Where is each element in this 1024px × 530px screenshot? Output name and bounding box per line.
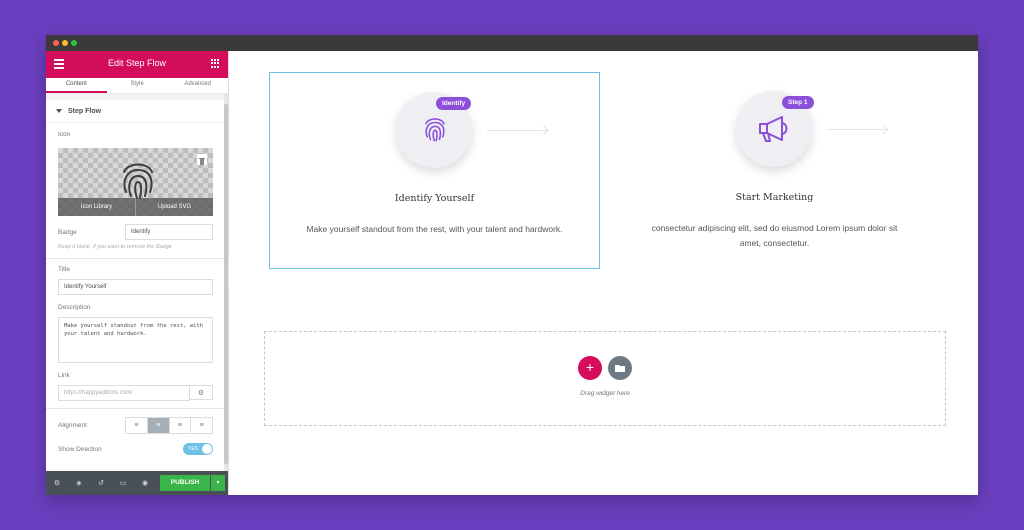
icon-picker[interactable]: Icon Library Upload SVG: [58, 148, 213, 216]
align-left-icon[interactable]: ≡: [126, 418, 148, 433]
section-toggle[interactable]: Step Flow: [46, 100, 224, 123]
step-title: Start Marketing: [735, 192, 814, 203]
description-label: Description: [58, 304, 91, 311]
tab-advanced[interactable]: Advanced: [167, 78, 228, 93]
panel-scroll-area: Step Flow Icon Icon Library Upload SVG B…: [46, 94, 224, 478]
add-section-button[interactable]: +: [578, 356, 602, 380]
window-titlebar: [46, 35, 978, 51]
align-justify-icon[interactable]: ≡: [191, 418, 212, 433]
title-label: Title: [58, 266, 71, 273]
minimize-dot[interactable]: [62, 40, 68, 46]
alignment-label: Alignment: [58, 422, 87, 429]
link-label: Link: [58, 372, 70, 379]
caret-down-icon: [56, 109, 62, 113]
panel-scrollbar[interactable]: [224, 94, 228, 478]
fingerprint-icon: [425, 118, 445, 142]
add-template-button[interactable]: [608, 356, 632, 380]
history-icon[interactable]: ↺: [90, 479, 112, 487]
show-direction-label: Show Direction: [58, 445, 102, 453]
badge-label: Badge: [58, 228, 77, 236]
link-field: https://happyaddons.com/ ⚙: [58, 385, 213, 401]
layers-icon[interactable]: ◈: [68, 479, 90, 487]
panel-tabs: Content Style Advanced: [46, 78, 228, 94]
direction-arrow-icon: [487, 130, 547, 131]
icon-label: Icon: [58, 131, 71, 138]
widgets-grid-icon[interactable]: [211, 59, 220, 68]
preview-eye-icon[interactable]: ◉: [134, 479, 156, 487]
alignment-section: Alignment ≡ ≡ ≡ ≡ Show Direction YES: [46, 408, 224, 475]
alignment-control: ≡ ≡ ≡ ≡: [125, 417, 213, 434]
description-textarea[interactable]: Make yourself standout from the rest, wi…: [58, 317, 213, 363]
tab-content[interactable]: Content: [46, 78, 107, 93]
tab-style[interactable]: Style: [107, 78, 168, 93]
step-badge: Identify: [436, 97, 472, 110]
responsive-icon[interactable]: ▭: [112, 479, 134, 487]
step-flow-section: Step Flow Icon Icon Library Upload SVG B…: [46, 100, 224, 258]
settings-icon[interactable]: ⚙: [46, 479, 68, 487]
step-badge: Step 1: [782, 96, 814, 109]
title-section: Title Identify Yourself Description Make…: [46, 258, 224, 408]
direction-arrow-icon: [827, 129, 887, 130]
page-canvas: Identify Identify Yourself Make yourself…: [229, 51, 978, 495]
icon-library-button[interactable]: Icon Library: [58, 198, 136, 216]
align-center-icon[interactable]: ≡: [147, 418, 170, 433]
align-right-icon[interactable]: ≡: [170, 418, 192, 433]
toggle-text: YES: [188, 446, 199, 452]
step-description: consectetur adipiscing elit, sed do eius…: [651, 223, 898, 248]
show-direction-toggle[interactable]: YES: [183, 443, 213, 455]
step-title: Identify Yourself: [394, 193, 475, 204]
gear-icon[interactable]: ⚙: [190, 385, 213, 400]
panel-footer: ⚙ ◈ ↺ ▭ ◉ PUBLISH ▾: [46, 471, 228, 495]
close-dot[interactable]: [53, 40, 59, 46]
fingerprint-icon: [123, 163, 153, 199]
link-input[interactable]: https://happyaddons.com/: [58, 385, 190, 401]
section-title: Step Flow: [68, 107, 102, 115]
editor-panel: Edit Step Flow Content Style Advanced St…: [46, 51, 229, 495]
upload-svg-button[interactable]: Upload SVG: [136, 198, 213, 216]
panel-title: Edit Step Flow: [107, 58, 167, 68]
toggle-knob: [202, 444, 212, 454]
panel-header: Edit Step Flow: [46, 51, 228, 78]
icon-picker-actions: Icon Library Upload SVG: [58, 198, 213, 216]
title-input[interactable]: Identify Yourself: [58, 279, 213, 295]
step-description: Make yourself standout from the rest, wi…: [306, 224, 563, 234]
browser-window: Edit Step Flow Content Style Advanced St…: [46, 35, 978, 495]
widget-drop-zone[interactable]: + Drag widget here: [264, 331, 946, 426]
maximize-dot[interactable]: [71, 40, 77, 46]
drop-zone-text: Drag widget here: [580, 390, 630, 397]
step-item-2[interactable]: Step 1 Start Marketing consectetur adipi…: [610, 72, 939, 282]
step-item-1[interactable]: Identify Identify Yourself Make yourself…: [269, 72, 600, 269]
folder-icon: [615, 365, 625, 372]
publish-options-icon[interactable]: ▾: [211, 475, 225, 491]
badge-input[interactable]: Identify: [125, 224, 213, 240]
trash-icon[interactable]: [197, 154, 207, 165]
megaphone-icon: [759, 116, 788, 142]
publish-button[interactable]: PUBLISH: [160, 475, 210, 491]
